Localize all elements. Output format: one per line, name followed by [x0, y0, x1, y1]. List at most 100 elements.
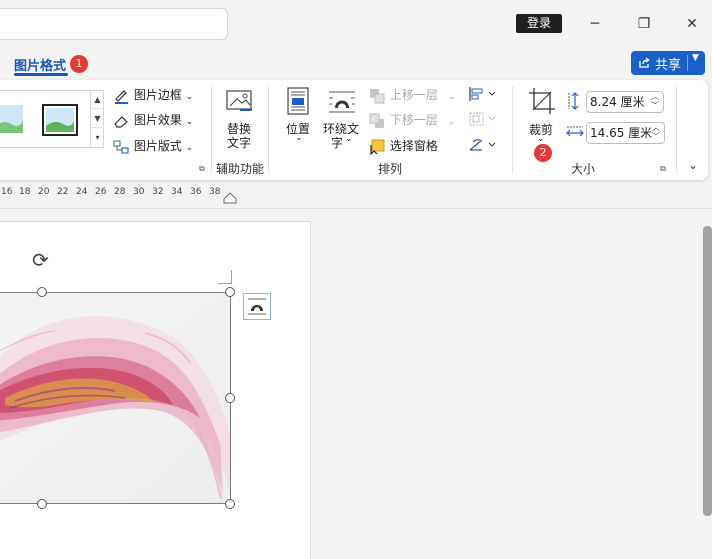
chevron-down-icon: ⌄ [447, 92, 456, 102]
bring-forward-button[interactable]: 上移一层 ⌄ [369, 86, 455, 104]
search-box[interactable] [0, 8, 228, 40]
dialog-launcher-icon[interactable]: ⧉ [660, 164, 666, 174]
position-icon [287, 87, 309, 115]
share-button[interactable]: 共享 ▼ [631, 51, 705, 75]
picture-content [0, 293, 230, 503]
tab-active-indicator [14, 73, 68, 76]
tab-picture-format[interactable]: 图片格式 [14, 55, 66, 74]
ruler-tick: 20 [38, 187, 50, 197]
chevron-down-icon: ⌄ [185, 143, 194, 153]
wrap-text-label-2: 字 [331, 136, 344, 150]
accessibility-group-label: 辅助功能 [216, 162, 265, 176]
layout-options-icon [248, 298, 266, 315]
width-icon [566, 124, 584, 145]
selected-picture[interactable] [0, 292, 231, 504]
step-badge-2: 2 [534, 144, 552, 162]
gallery-up-icon[interactable]: ▲ [91, 90, 104, 109]
picture-border-label: 图片边框 [133, 88, 182, 102]
send-backward-label: 下移一层 [389, 113, 438, 127]
selection-pane-label: 选择窗格 [389, 139, 438, 153]
ruler-tick: 18 [19, 187, 31, 197]
login-button[interactable]: 登录 [516, 14, 562, 33]
minimize-icon[interactable]: ─ [580, 10, 610, 38]
resize-handle-right[interactable] [225, 393, 235, 403]
layout-options-button[interactable] [243, 293, 271, 320]
smartart-icon [113, 139, 129, 154]
margin-mark [231, 270, 232, 284]
resize-handle-bottom[interactable] [37, 499, 47, 509]
horizontal-ruler[interactable]: 16 18 20 22 24 26 28 30 32 34 36 38 [0, 186, 230, 202]
margin-mark [218, 283, 232, 284]
align-button[interactable] [468, 86, 498, 105]
rotate-button[interactable] [468, 137, 498, 156]
pen-icon [115, 89, 128, 104]
style-thumb-2[interactable] [42, 104, 78, 136]
effects-icon [114, 115, 128, 128]
send-backward-button[interactable]: 下移一层 ⌄ [369, 111, 455, 129]
ruler-tick: 24 [76, 187, 88, 197]
position-button[interactable] [286, 87, 310, 117]
rotate-icon [469, 139, 496, 151]
close-icon[interactable]: ✕ [677, 10, 707, 38]
selection-pane-button[interactable]: 选择窗格 [369, 137, 438, 155]
align-icon [469, 87, 496, 101]
group-divider [268, 86, 269, 174]
share-icon [639, 57, 650, 68]
size-group-label: 大小 [571, 162, 596, 176]
ruler-divider [0, 208, 712, 209]
selection-pane-icon [370, 139, 385, 155]
indent-marker-icon[interactable] [223, 192, 237, 207]
group-icon [469, 112, 496, 126]
collapse-ribbon-icon[interactable]: ⌄ [688, 158, 698, 172]
share-label: 共享 [655, 58, 682, 73]
height-icon [566, 92, 584, 113]
crop-button[interactable] [527, 86, 557, 116]
gallery-scroll[interactable]: ▲ ▼ ▾ [90, 90, 104, 148]
rotate-handle-icon[interactable]: ⟳ [32, 248, 49, 272]
chevron-down-icon: ⌄ [537, 134, 545, 144]
picture-effects-label: 图片效果 [133, 113, 182, 127]
spinner-arrows-icon[interactable]: ︿ ﹀ [651, 92, 659, 110]
ruler-tick: 28 [114, 187, 126, 197]
alt-text-icon [226, 90, 252, 111]
picture-layout-button[interactable]: 图片版式 ⌄ [113, 137, 193, 155]
chevron-down-icon: ⌄ [447, 117, 456, 127]
chevron-down-icon: ⌄ [295, 133, 303, 143]
ruler-tick: 22 [57, 187, 69, 197]
bring-forward-label: 上移一层 [389, 88, 438, 102]
chevron-down-icon[interactable]: ▼ [692, 53, 699, 63]
bring-forward-icon [370, 88, 385, 103]
width-spinner[interactable]: 14.65 厘米 ︿ ﹀ [586, 122, 665, 144]
vertical-scrollbar[interactable] [703, 226, 712, 516]
picture-layout-label: 图片版式 [133, 139, 182, 153]
alt-text-button[interactable] [224, 88, 256, 116]
gallery-more-icon[interactable]: ▾ [91, 128, 104, 147]
style-thumb-1[interactable] [0, 105, 23, 133]
wrap-text-icon [329, 91, 355, 113]
ruler-tick: 26 [95, 187, 107, 197]
chevron-down-icon: ⌄ [185, 117, 194, 127]
group-objects-button[interactable] [468, 111, 498, 130]
crop-icon [529, 88, 555, 114]
picture-effects-button[interactable]: 图片效果 ⌄ [113, 111, 193, 129]
gallery-down-icon[interactable]: ▼ [91, 109, 104, 128]
height-spinner[interactable]: 8.24 厘米 ︿ ﹀ [586, 91, 664, 113]
resize-handle-bottom-right[interactable] [225, 499, 235, 509]
ruler-tick: 34 [171, 187, 183, 197]
spinner-arrows-icon[interactable]: ︿ ﹀ [652, 123, 660, 141]
ruler-tick: 38 [209, 187, 221, 197]
ruler-tick: 32 [152, 187, 164, 197]
picture-border-button[interactable]: 图片边框 ⌄ [113, 86, 193, 104]
wrap-text-button[interactable] [327, 88, 357, 116]
dialog-launcher-icon[interactable]: ⧉ [199, 164, 205, 174]
step-badge-1: 1 [70, 55, 88, 73]
group-divider [676, 86, 677, 174]
width-value: 14.65 厘米 [590, 126, 653, 140]
ruler-tick: 16 [1, 187, 13, 197]
restore-icon[interactable]: ❐ [629, 10, 659, 38]
resize-handle-top[interactable] [37, 287, 47, 297]
ruler-tick: 30 [133, 187, 145, 197]
picture-style-gallery[interactable] [0, 90, 104, 148]
resize-handle-top-right[interactable] [225, 287, 235, 297]
share-separator [687, 55, 688, 71]
